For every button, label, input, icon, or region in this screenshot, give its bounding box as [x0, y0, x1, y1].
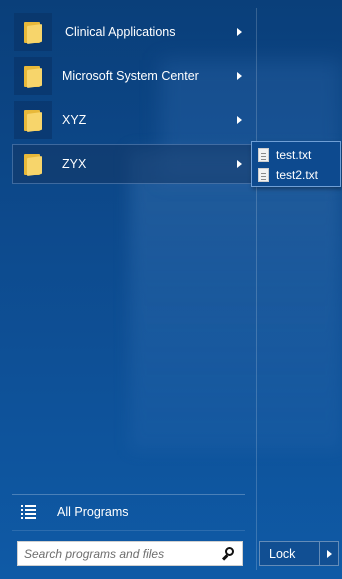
search-box[interactable] — [17, 541, 243, 566]
folder-label: XYZ — [62, 113, 87, 127]
folder-label: Clinical Applications — [65, 25, 176, 39]
folder-tile — [14, 145, 52, 183]
folder-label: Microsoft System Center — [62, 69, 199, 83]
right-pane — [256, 8, 342, 570]
folder-item-microsoft-system-center[interactable]: Microsoft System Center — [12, 56, 253, 96]
chevron-right-icon — [237, 28, 242, 36]
all-programs-button[interactable]: All Programs — [12, 500, 245, 524]
folder-item-clinical-applications[interactable]: Clinical Applications — [12, 12, 253, 52]
programs-pane: Clinical Applications Microsoft System C… — [0, 0, 256, 579]
flyout-item-test-txt[interactable]: test.txt — [252, 145, 340, 165]
divider — [12, 530, 245, 531]
folder-tile — [14, 57, 52, 95]
folder-tile — [14, 13, 52, 51]
folder-item-zyx[interactable]: ZYX — [12, 144, 253, 184]
lock-button[interactable]: Lock — [260, 542, 319, 565]
flyout-item-test2-txt[interactable]: test2.txt — [252, 165, 340, 185]
folder-icon — [24, 153, 42, 177]
chevron-right-icon — [237, 72, 242, 80]
flyout-item-label: test2.txt — [276, 168, 319, 182]
folder-item-xyz[interactable]: XYZ — [12, 100, 253, 140]
all-programs-label: All Programs — [57, 505, 129, 519]
start-menu: Clinical Applications Microsoft System C… — [0, 0, 342, 579]
power-button-group: Lock — [259, 541, 339, 566]
search-icon[interactable] — [219, 544, 239, 564]
chevron-right-icon — [237, 160, 242, 168]
folder-tile — [14, 101, 52, 139]
text-file-icon — [258, 168, 269, 182]
flyout-item-label: test.txt — [276, 148, 312, 162]
list-icon — [21, 505, 37, 519]
folder-label: ZYX — [62, 157, 87, 171]
folder-icon — [24, 109, 42, 133]
chevron-right-icon — [326, 549, 332, 558]
folder-icon — [24, 21, 42, 45]
lock-label: Lock — [269, 546, 296, 561]
folder-flyout: test.txt test2.txt — [251, 141, 341, 187]
folder-icon — [24, 65, 42, 89]
divider — [12, 494, 245, 495]
search-input[interactable] — [18, 542, 219, 565]
power-options-button[interactable] — [319, 542, 338, 565]
text-file-icon — [258, 148, 269, 162]
chevron-right-icon — [237, 116, 242, 124]
